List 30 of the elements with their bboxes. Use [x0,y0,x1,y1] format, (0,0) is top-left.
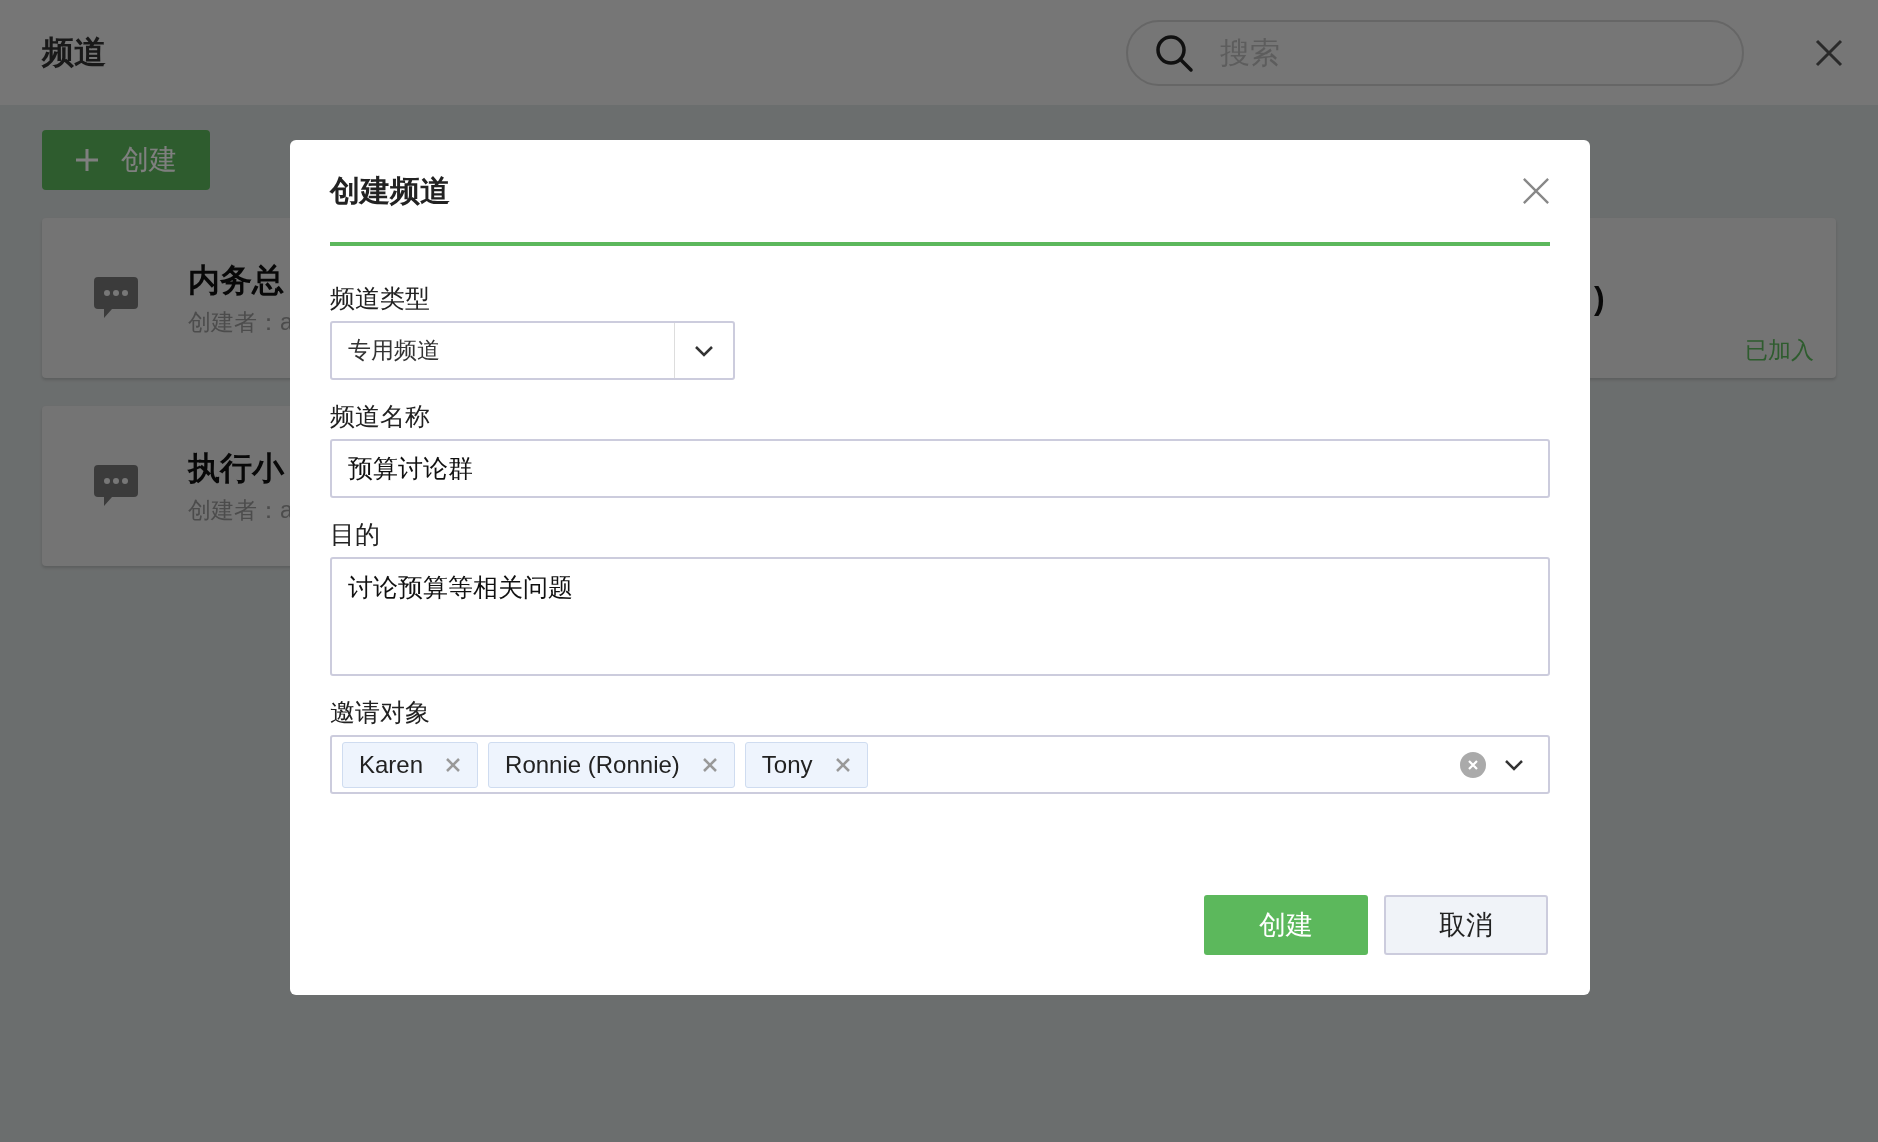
field-label: 目的 [330,519,381,550]
tag-label: Tony [761,750,813,779]
field-label: 邀请对象 [330,697,431,728]
chevron-down-icon[interactable] [1504,758,1524,771]
tag-label: Karen [359,750,424,779]
chat-bubble-icon [94,465,138,507]
channel-title: 内务总 [188,260,285,300]
field-label: 频道名称 [330,401,431,432]
channel-title: ) [1594,279,1605,317]
dialog-title: 创建频道 [330,172,450,209]
channel-name-field[interactable]: 预算讨论群 [330,439,1550,498]
remove-icon[interactable] [834,756,851,773]
channel-type-dropdown[interactable]: 专用频道 [330,321,735,380]
field-label: 频道类型 [330,283,431,314]
tag-label: Ronnie (Ronnie) [505,750,680,779]
joined-label: 已加入 [1745,336,1814,365]
remove-icon[interactable] [701,756,718,773]
channel-title: 执行小 [188,448,286,488]
remove-icon[interactable] [445,756,462,773]
chevron-down-icon [694,344,714,357]
close-icon[interactable] [1522,177,1550,205]
purpose-field[interactable]: 讨论预算等相关问题 [330,557,1550,676]
page-title: 频道 [42,32,106,72]
plus-icon [75,148,99,172]
close-icon[interactable] [1814,37,1844,68]
invitee-field[interactable]: Karen Ronnie (Ronnie) Tony [330,735,1550,794]
clear-icon[interactable] [1460,751,1486,778]
chat-bubble-icon [94,277,138,319]
search-icon [1154,32,1194,73]
cancel-button[interactable]: 取消 [1384,895,1548,955]
